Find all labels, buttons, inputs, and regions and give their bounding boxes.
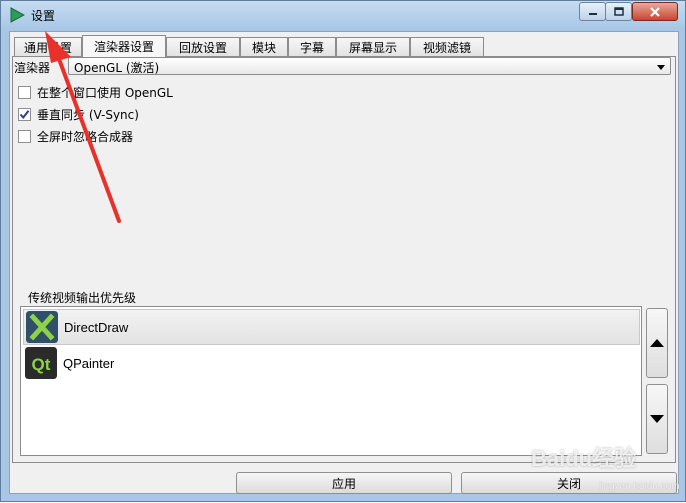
tab-osd[interactable]: 屏幕显示 [336,37,410,56]
minimize-icon [588,12,597,15]
tab-general[interactable]: 通用设置 [14,37,82,56]
title-bar[interactable]: 设置 [1,1,685,29]
checkmark-icon [19,109,30,119]
list-item-directdraw[interactable]: DirectDraw [23,309,640,345]
window-title: 设置 [31,9,56,23]
tab-video-filters[interactable]: 视频滤镜 [410,37,484,56]
list-item-qpainter[interactable]: Qt QPainter [23,345,640,381]
list-item-label: DirectDraw [64,319,129,335]
svg-text:Qt: Qt [32,355,51,374]
option-label: 全屏时忽略合成器 [37,129,134,144]
move-down-button[interactable] [646,384,668,454]
arrow-up-icon [650,339,664,347]
legacy-output-group-title: 传统视频输出优先级 [26,289,139,306]
close-window-button[interactable] [632,2,678,21]
maximize-icon [613,7,624,16]
tab-playback[interactable]: 回放设置 [166,37,240,56]
tab-modules[interactable]: 模块 [240,37,288,56]
option-label: 在整个窗口使用 OpenGL [37,85,173,100]
settings-window: 设置 通用设置 渲染器设置 回放设置 模块 字幕 屏幕显示 视频滤镜 渲染器 O… [0,0,686,502]
maximize-button[interactable] [605,2,632,21]
option-vsync[interactable]: 垂直同步 (V-Sync) [18,106,139,122]
renderer-select-value: OpenGL (激活) [74,61,160,75]
client-area: 通用设置 渲染器设置 回放设置 模块 字幕 屏幕显示 视频滤镜 渲染器 Open… [9,31,679,494]
minimize-button[interactable] [579,2,606,21]
checkbox-ignore-compositor[interactable] [18,129,31,143]
chevron-down-icon [657,65,665,70]
arrow-down-icon [650,415,664,423]
checkbox-opengl-whole-window[interactable] [18,85,31,99]
play-triangle-icon [10,7,25,23]
tab-subtitles[interactable]: 字幕 [288,37,336,56]
apply-button[interactable]: 应用 [236,472,452,494]
renderer-select[interactable]: OpenGL (激活) [68,57,671,75]
watermark-url: jingyan.baidu.com [599,481,680,492]
list-item-label: QPainter [63,355,115,371]
checkbox-vsync[interactable] [18,107,31,121]
renderer-label: 渲染器 [14,61,51,75]
qt-logo-icon: Qt [25,347,57,379]
option-ignore-compositor[interactable]: 全屏时忽略合成器 [18,128,133,144]
move-up-button[interactable] [646,308,668,378]
option-label: 垂直同步 (V-Sync) [37,107,139,122]
directdraw-x-icon [26,311,58,343]
watermark-logo: Baidu经验 [531,446,637,471]
option-opengl-whole-window[interactable]: 在整个窗口使用 OpenGL [18,84,173,100]
legacy-output-list[interactable]: DirectDraw Qt QPainter [20,306,642,456]
close-icon [650,6,660,17]
tab-renderer[interactable]: 渲染器设置 [82,35,166,57]
